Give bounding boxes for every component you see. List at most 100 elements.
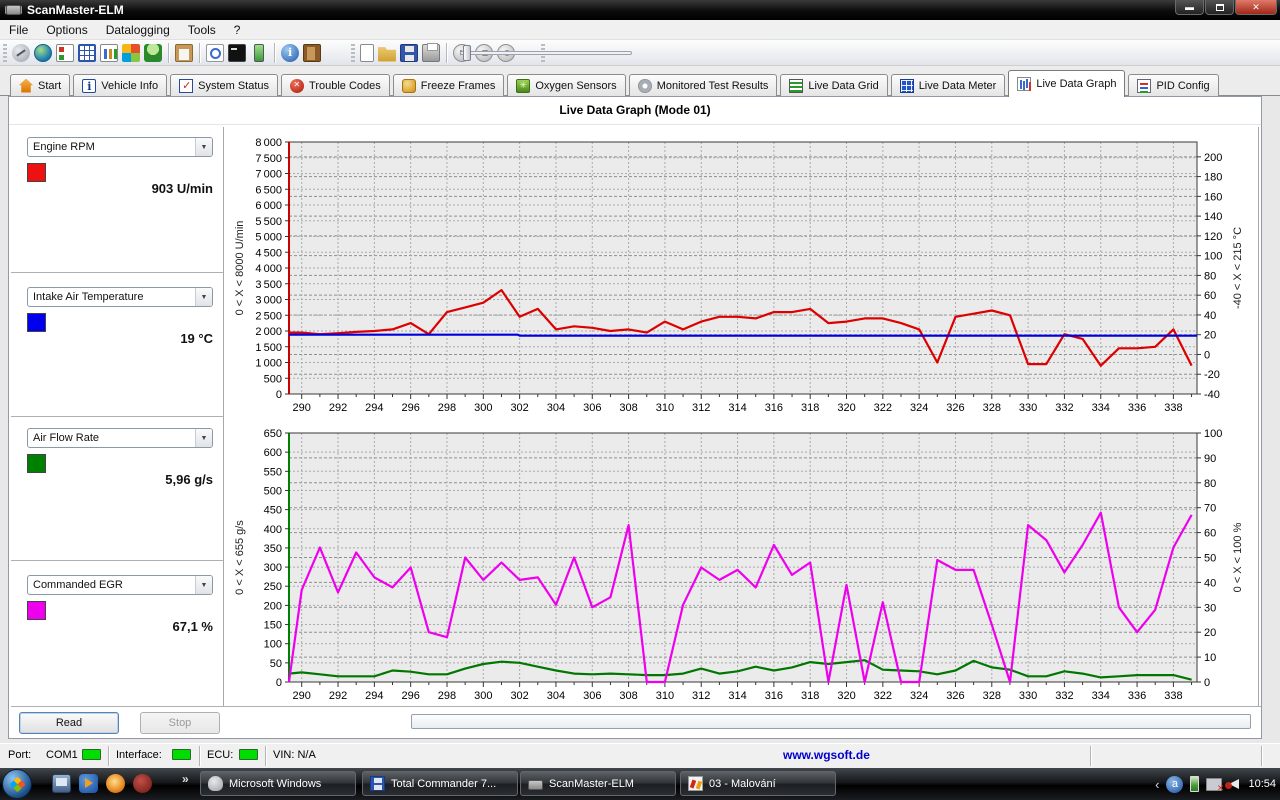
minimize-button[interactable]: ▬ (1175, 0, 1204, 15)
grid-list-icon (789, 79, 803, 93)
tab-oxygen-sensors[interactable]: Oxygen Sensors (507, 74, 625, 96)
rpm-temperature-chart: 2902922942962983003023043063083103123143… (227, 132, 1257, 418)
svg-text:300: 300 (474, 402, 492, 414)
menu-bar: File Options Datalogging Tools ? (0, 20, 1280, 40)
zoom-slider-thumb[interactable] (463, 45, 471, 61)
svg-text:0: 0 (276, 677, 282, 689)
read-button[interactable]: Read (19, 712, 119, 734)
taskbar-button-microsoft-windows[interactable]: Microsoft Windows (200, 771, 356, 796)
tab-live-data-graph[interactable]: Live Data Graph (1008, 70, 1125, 97)
svg-text:322: 322 (874, 690, 892, 702)
id-card-icon[interactable] (56, 44, 74, 62)
tab-pid-config[interactable]: PID Config (1128, 74, 1218, 96)
media-player-icon[interactable] (79, 774, 98, 793)
svg-text:314: 314 (728, 690, 746, 702)
globe-icon[interactable] (34, 44, 52, 62)
channel-intake-air-temp: Intake Air Temperature ▼ 19 °C (27, 287, 215, 417)
battery-icon[interactable] (254, 44, 264, 62)
show-desktop-icon[interactable] (52, 774, 71, 793)
gear-icon (638, 79, 652, 93)
port-label: Port: (8, 749, 31, 761)
quick-launch-overflow[interactable]: » (182, 772, 189, 786)
svg-text:-20: -20 (1204, 369, 1220, 381)
website-link[interactable]: www.wgsoft.de (783, 748, 870, 762)
tab-live-data-grid[interactable]: Live Data Grid (780, 74, 887, 96)
menu-datalogging[interactable]: Datalogging (97, 21, 179, 39)
svg-text:0 < X < 8000 U/min: 0 < X < 8000 U/min (234, 221, 246, 316)
svg-text:2 000: 2 000 (255, 326, 282, 338)
tab-freeze-frames[interactable]: Freeze Frames (393, 74, 505, 96)
save-icon[interactable] (400, 44, 418, 62)
svg-text:332: 332 (1055, 402, 1073, 414)
svg-text:312: 312 (692, 690, 710, 702)
svg-text:500: 500 (264, 373, 282, 385)
svg-text:80: 80 (1204, 270, 1216, 282)
taskbar-clock: 10:54 (1248, 778, 1276, 790)
series-color-swatch (27, 601, 46, 620)
svg-text:450: 450 (264, 505, 282, 517)
svg-text:50: 50 (1204, 553, 1216, 565)
svg-text:60: 60 (1204, 290, 1216, 302)
start-button[interactable] (2, 769, 32, 799)
menu-tools[interactable]: Tools (179, 21, 225, 39)
restore-button[interactable] (1205, 0, 1234, 15)
menu-options[interactable]: Options (37, 21, 96, 39)
channel-3-select[interactable]: Air Flow Rate ▼ (27, 428, 213, 448)
tab-vehicle-info[interactable]: Vehicle Info (73, 74, 167, 96)
data-table-icon[interactable] (78, 44, 96, 62)
stop-button[interactable]: Stop (140, 712, 220, 734)
terminal-icon[interactable] (228, 44, 246, 62)
svg-text:40: 40 (1204, 577, 1216, 589)
svg-text:100: 100 (1204, 251, 1222, 263)
search-doc-icon[interactable] (206, 44, 224, 62)
svg-text:312: 312 (692, 402, 710, 414)
connect-icon[interactable] (12, 44, 30, 62)
channel-4-select[interactable]: Commanded EGR ▼ (27, 575, 213, 595)
channel-2-select[interactable]: Intake Air Temperature ▼ (27, 287, 213, 307)
svg-text:338: 338 (1164, 690, 1182, 702)
taskbar-button-total-commander[interactable]: Total Commander 7... (362, 771, 518, 796)
taskbar: » Microsoft Windows Total Commander 7...… (0, 768, 1280, 800)
svg-text:326: 326 (946, 402, 964, 414)
sun-icon[interactable] (106, 774, 125, 793)
battery-tray-icon[interactable] (1190, 776, 1199, 792)
svg-text:150: 150 (264, 620, 282, 632)
autorun-tray-icon[interactable]: a (1166, 776, 1183, 793)
tab-start[interactable]: Start (10, 74, 70, 96)
print-icon[interactable] (422, 44, 440, 62)
title-bar: ScanMaster-ELM ▬ ✕ (0, 0, 1280, 20)
svg-text:40: 40 (1204, 310, 1216, 322)
volume-muted-icon[interactable] (1229, 779, 1239, 789)
open-file-icon[interactable] (378, 44, 396, 62)
info-icon[interactable] (281, 44, 299, 62)
tab-monitored-test-results[interactable]: Monitored Test Results (629, 74, 778, 96)
tray-expand-icon[interactable]: ‹ (1155, 777, 1159, 792)
colors-icon[interactable] (122, 44, 140, 62)
svg-text:100: 100 (264, 639, 282, 651)
tab-trouble-codes[interactable]: Trouble Codes (281, 74, 390, 96)
menu-file[interactable]: File (0, 21, 37, 39)
svg-text:550: 550 (264, 466, 282, 478)
browser-icon[interactable] (133, 774, 152, 793)
new-file-icon[interactable] (360, 44, 374, 62)
close-button[interactable]: ✕ (1235, 0, 1277, 15)
toolbar-separator (168, 43, 169, 63)
taskbar-button-scanmaster[interactable]: ScanMaster-ELM (520, 771, 676, 796)
svg-text:250: 250 (264, 581, 282, 593)
exit-icon[interactable] (303, 44, 321, 62)
clipboard-icon[interactable] (175, 44, 193, 62)
network-disconnected-icon[interactable] (1206, 778, 1222, 791)
tab-system-status[interactable]: System Status (170, 74, 278, 96)
bar-chart-icon[interactable] (100, 44, 118, 62)
svg-text:324: 324 (910, 690, 928, 702)
freeze-icon (402, 79, 416, 93)
svg-text:5 000: 5 000 (255, 232, 282, 244)
tab-live-data-meter[interactable]: Live Data Meter (891, 74, 1006, 96)
channel-1-select[interactable]: Engine RPM ▼ (27, 137, 213, 157)
svg-text:200: 200 (1204, 152, 1222, 164)
svg-text:302: 302 (510, 402, 528, 414)
menu-help[interactable]: ? (225, 21, 250, 39)
user-icon[interactable] (144, 44, 162, 62)
zoom-slider[interactable] (460, 51, 632, 55)
taskbar-button-paint[interactable]: 03 - Malování (680, 771, 836, 796)
